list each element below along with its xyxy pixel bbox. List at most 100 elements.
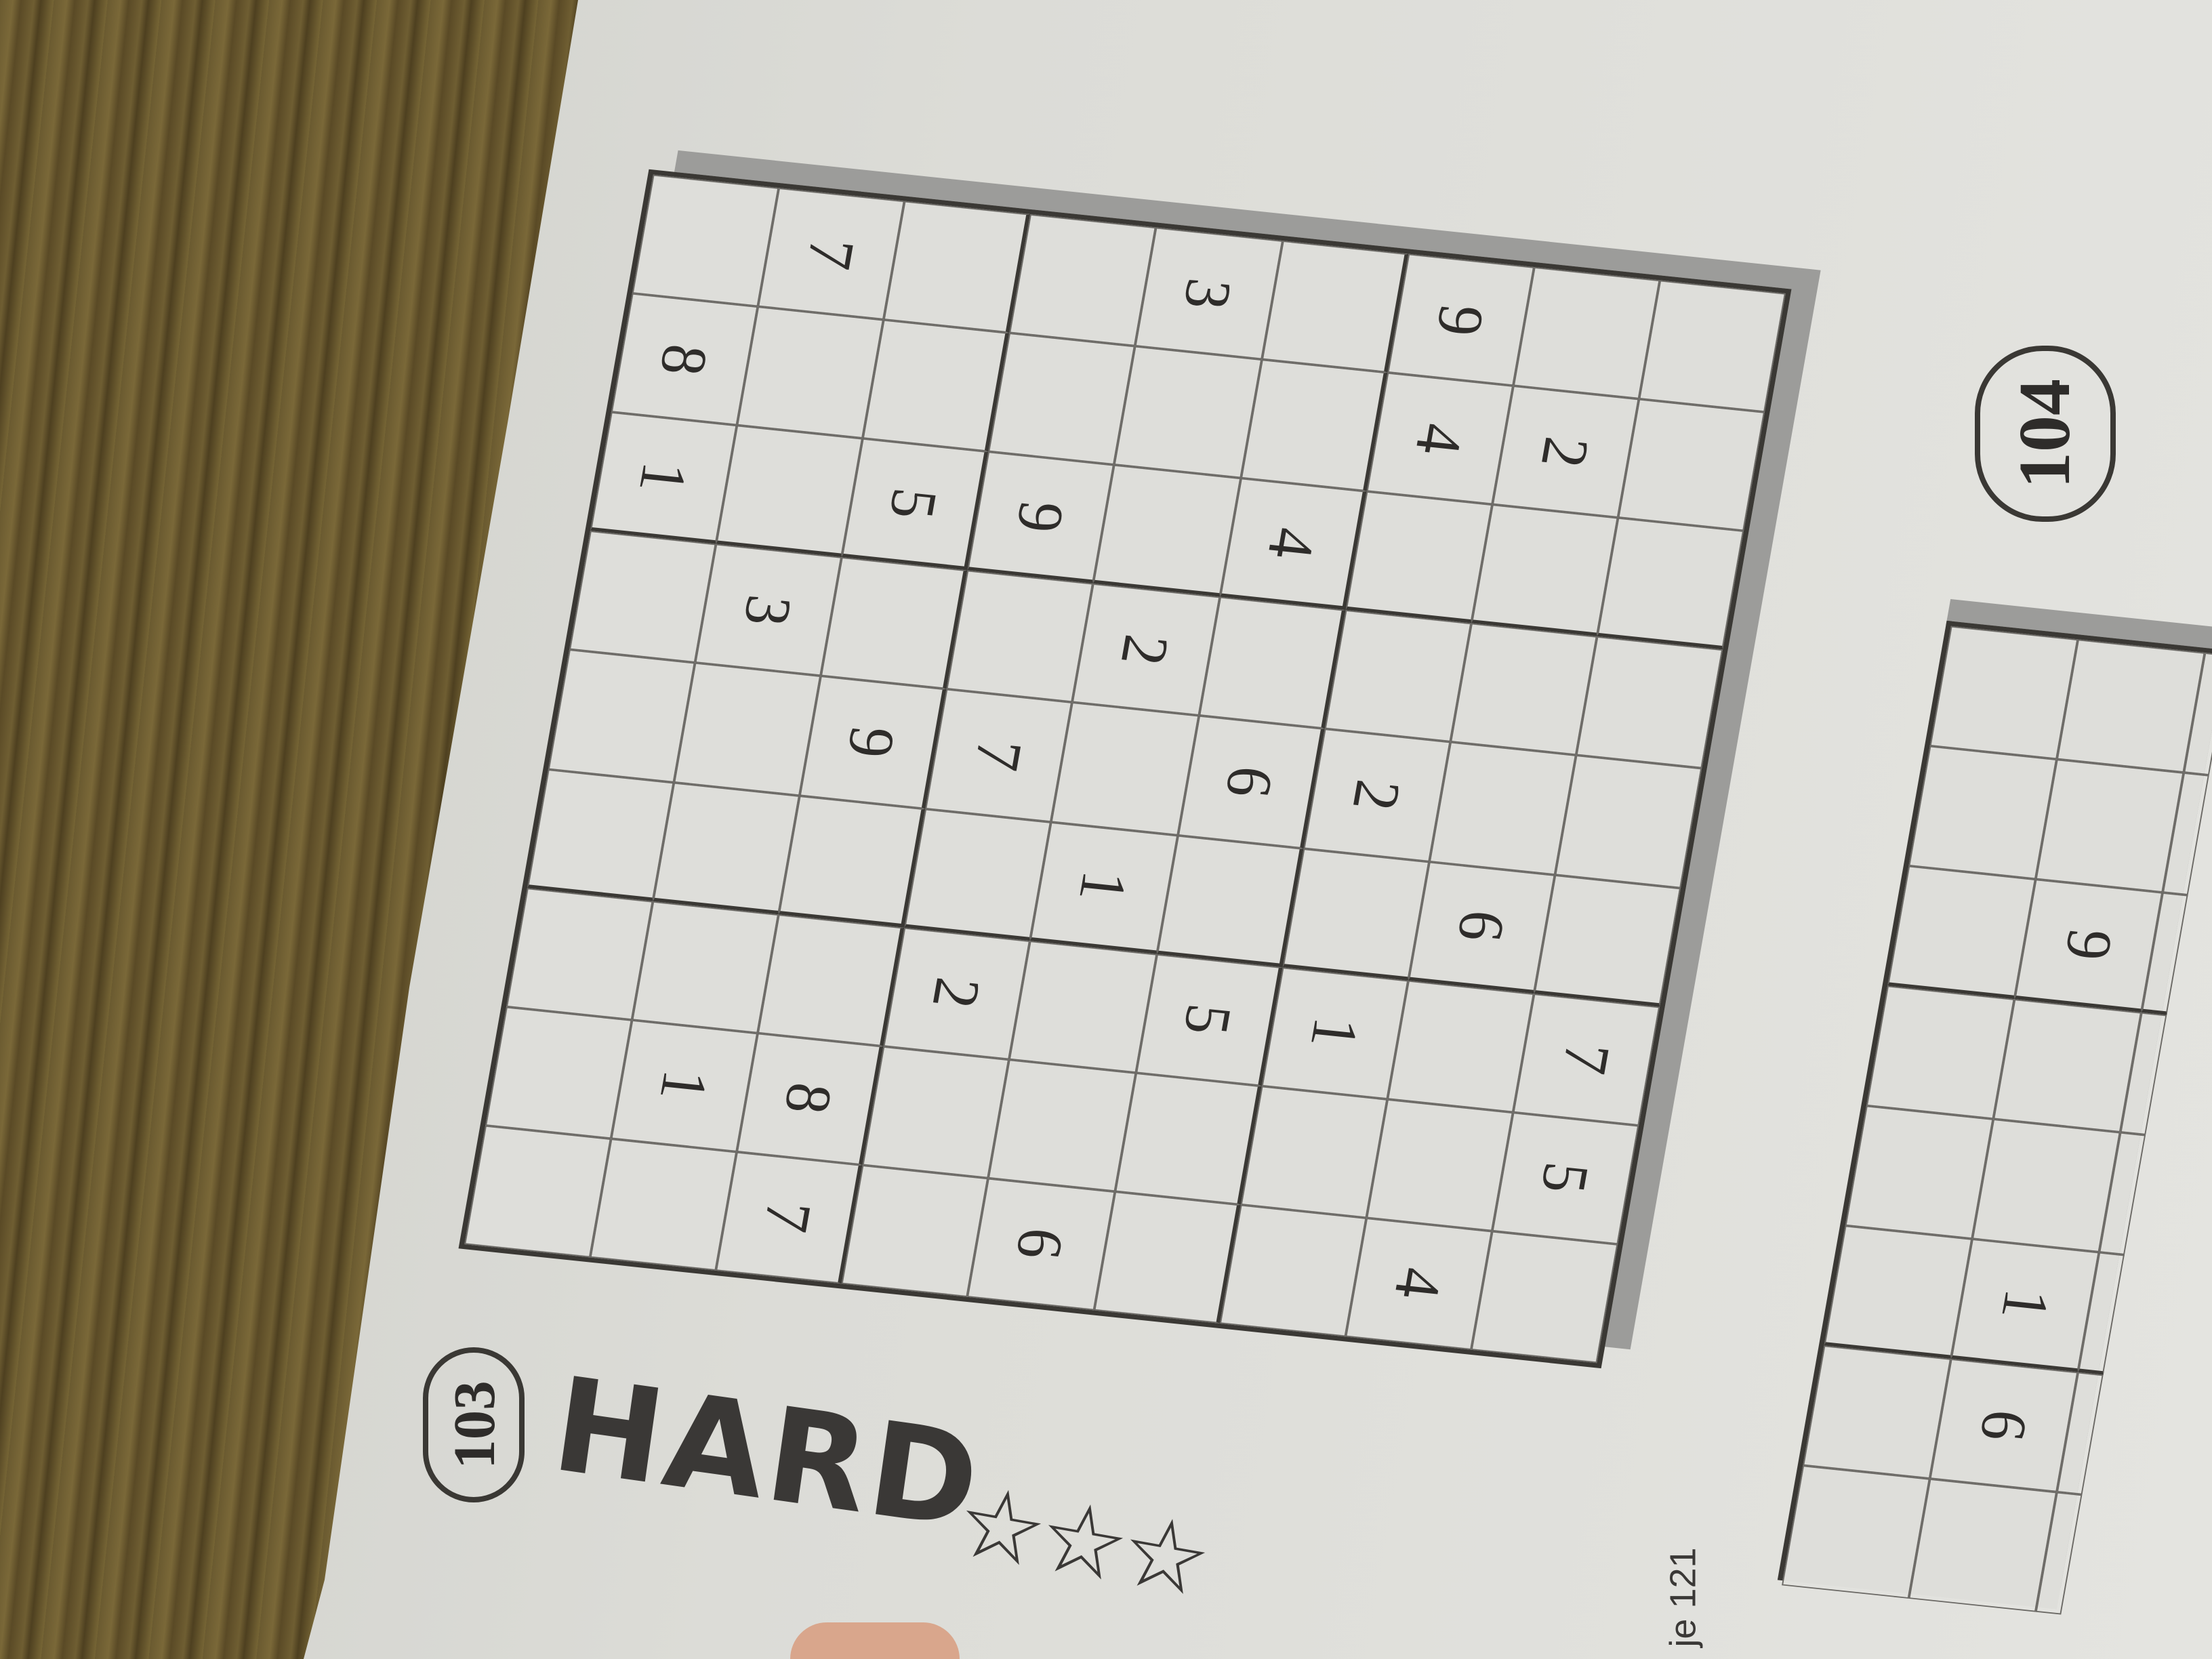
sudoku-cell bbox=[1093, 1191, 1241, 1324]
sudoku-cell bbox=[1450, 623, 1597, 756]
sudoku-cell bbox=[1366, 1099, 1513, 1231]
sudoku-cell bbox=[1114, 346, 1262, 478]
sudoku-cell bbox=[1471, 1231, 1618, 1364]
cell-digit: 6 bbox=[1211, 763, 1288, 801]
sudoku-cell bbox=[632, 901, 779, 1033]
sudoku-cell bbox=[1282, 848, 1429, 981]
finger bbox=[790, 1622, 960, 1659]
sudoku-cell: 2 bbox=[1303, 729, 1450, 861]
sudoku-cell bbox=[1156, 834, 1304, 967]
sudoku-cell: 5 bbox=[842, 438, 989, 571]
sudoku-cell bbox=[1972, 1119, 2121, 1252]
sudoku-cell bbox=[590, 1139, 737, 1271]
sudoku-cell bbox=[1429, 742, 1576, 875]
sudoku-cell bbox=[1009, 214, 1157, 346]
cell-digit: 7 bbox=[1548, 1040, 1625, 1078]
sudoku-cell bbox=[842, 1165, 989, 1297]
sudoku-cell bbox=[674, 663, 821, 796]
sudoku-cell: 8 bbox=[611, 293, 758, 426]
sudoku-cell bbox=[1597, 518, 1744, 651]
sudoku-cell bbox=[1929, 626, 2078, 760]
puzzle-number-text: 103 bbox=[441, 1380, 507, 1469]
sudoku-cell bbox=[1993, 999, 2142, 1132]
sudoku-cell bbox=[1639, 280, 1786, 413]
sudoku-cell bbox=[1009, 940, 1157, 1073]
sudoku-cell: 4 bbox=[1345, 1217, 1492, 1350]
cell-digit: 2 bbox=[1338, 776, 1415, 814]
sudoku-cell: 9 bbox=[2014, 879, 2163, 1012]
sudoku-cell: 3 bbox=[1135, 227, 1283, 360]
sudoku-cell bbox=[1782, 1465, 1930, 1599]
sudoku-cell: 4 bbox=[1366, 372, 1513, 505]
sudoku-103: 7 3 9 8 4 2 1 5 9 4 3 2 9 7 6 2 1 6 2 5 1 7 1 8 5 7 6 4 bbox=[458, 150, 1821, 1369]
cell-digit: 4 bbox=[1380, 1265, 1457, 1303]
sudoku-cell: 2 bbox=[1072, 583, 1220, 716]
cell-digit: 5 bbox=[876, 485, 953, 523]
sudoku-cell: 7 bbox=[926, 689, 1073, 822]
sudoku-cell bbox=[506, 887, 653, 1020]
sudoku-cell: 7 bbox=[758, 188, 905, 320]
sudoku-cell bbox=[716, 425, 863, 558]
sudoku-cell bbox=[946, 571, 1094, 703]
sudoku-cell: 4 bbox=[1219, 478, 1366, 611]
cell-digit: 9 bbox=[1422, 301, 1499, 339]
sudoku-cell bbox=[2035, 759, 2184, 893]
sudoku-cell bbox=[1114, 1072, 1262, 1205]
sudoku-cell bbox=[569, 531, 716, 663]
puzzle-number-104: 104 bbox=[1975, 346, 2116, 522]
cell-digit: 4 bbox=[1253, 524, 1330, 562]
cell-digit: 1 bbox=[646, 1067, 723, 1105]
cell-digit: 8 bbox=[646, 340, 723, 379]
sudoku-cell: 2 bbox=[884, 927, 1031, 1060]
sudoku-cell: 5 bbox=[1135, 954, 1283, 1086]
sudoku-cell bbox=[1240, 1086, 1387, 1218]
sudoku-cell bbox=[1324, 610, 1471, 743]
sudoku-cell bbox=[1618, 398, 1765, 531]
sudoku-cell bbox=[632, 174, 779, 307]
cell-digit: 1 bbox=[1066, 867, 1143, 905]
sudoku-cell bbox=[821, 557, 968, 690]
sudoku-cell bbox=[527, 769, 674, 901]
sudoku-cell bbox=[1051, 703, 1199, 835]
sudoku-cell: 2 bbox=[1492, 386, 1639, 518]
sudoku-cell bbox=[884, 201, 1031, 333]
sudoku-cell: 1 bbox=[1950, 1239, 2100, 1372]
sudoku-cell: 9 bbox=[800, 676, 947, 808]
sudoku-cell bbox=[758, 914, 905, 1046]
sudoku-cell: 9 bbox=[967, 451, 1115, 584]
sudoku-cell bbox=[1093, 465, 1241, 598]
cell-digit: 6 bbox=[1002, 1225, 1080, 1263]
sudoku-cell bbox=[737, 306, 884, 439]
sudoku-cell bbox=[1866, 985, 2015, 1120]
sudoku-cell bbox=[988, 1059, 1136, 1191]
sudoku-grid-103: 7 3 9 8 4 2 1 5 9 4 3 2 9 7 6 2 1 6 2 5 1 7 1 8 5 7 6 4 bbox=[458, 169, 1792, 1369]
sudoku-cell: 9 bbox=[1387, 253, 1534, 386]
sudoku-cell: 7 bbox=[1513, 993, 1660, 1126]
cell-digit: 2 bbox=[1107, 631, 1185, 669]
cell-digit: 2 bbox=[919, 975, 996, 1012]
puzzle-number-103: 103 bbox=[423, 1347, 525, 1502]
puzzle-number-text: 104 bbox=[2005, 379, 2085, 489]
sudoku-cell bbox=[1240, 359, 1387, 492]
cell-digit: 6 bbox=[1965, 1406, 2043, 1444]
cell-digit: 1 bbox=[626, 458, 702, 496]
sudoku-cell bbox=[1261, 241, 1408, 373]
sudoku-cell bbox=[1803, 1345, 1951, 1479]
sudoku-cell bbox=[1219, 1204, 1366, 1337]
cell-digit: 3 bbox=[1170, 274, 1248, 312]
sudoku-cell: 6 bbox=[1177, 716, 1325, 848]
sudoku-cell bbox=[1908, 1478, 2057, 1612]
sudoku-cell bbox=[2056, 639, 2205, 773]
cell-digit: 9 bbox=[834, 723, 911, 761]
sudoku-cell bbox=[779, 795, 926, 928]
sudoku-cell bbox=[548, 650, 695, 782]
sudoku-cell bbox=[1198, 597, 1345, 729]
sudoku-104: 9 1 6 bbox=[1777, 599, 2212, 1615]
cell-digit: 2 bbox=[1527, 433, 1604, 471]
sudoku-cell bbox=[863, 319, 1010, 452]
cell-digit: 5 bbox=[1169, 1000, 1246, 1039]
sudoku-cell: 1 bbox=[611, 1019, 758, 1152]
cell-digit: 7 bbox=[960, 737, 1038, 775]
sudoku-cell: 1 bbox=[590, 412, 737, 545]
sudoku-cell bbox=[1534, 874, 1681, 1007]
